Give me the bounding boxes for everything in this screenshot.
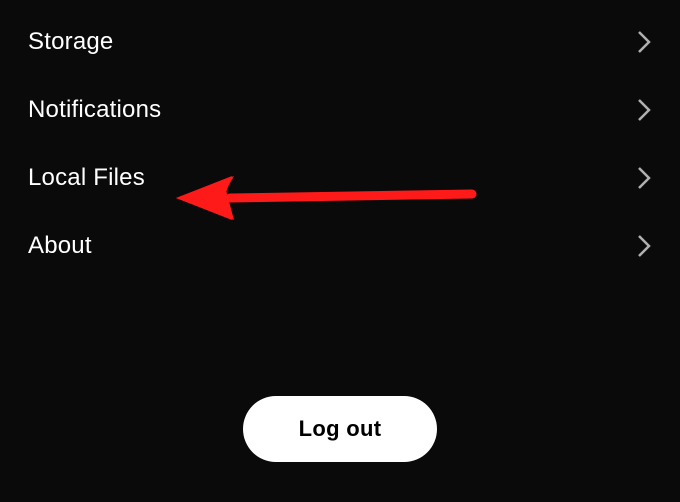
chevron-right-icon <box>636 29 652 55</box>
settings-item-label: Storage <box>28 28 113 56</box>
settings-item-local-files[interactable]: Local Files <box>0 144 680 212</box>
chevron-right-icon <box>636 165 652 191</box>
settings-item-label: Notifications <box>28 96 161 124</box>
settings-item-notifications[interactable]: Notifications <box>0 76 680 144</box>
settings-item-label: About <box>28 232 92 260</box>
logout-container: Log out <box>0 396 680 462</box>
chevron-right-icon <box>636 233 652 259</box>
logout-button[interactable]: Log out <box>243 396 438 462</box>
settings-item-about[interactable]: About <box>0 212 680 280</box>
settings-item-label: Local Files <box>28 164 145 192</box>
settings-item-storage[interactable]: Storage <box>0 8 680 76</box>
chevron-right-icon <box>636 97 652 123</box>
settings-list: Storage Notifications Local Files About <box>0 0 680 280</box>
